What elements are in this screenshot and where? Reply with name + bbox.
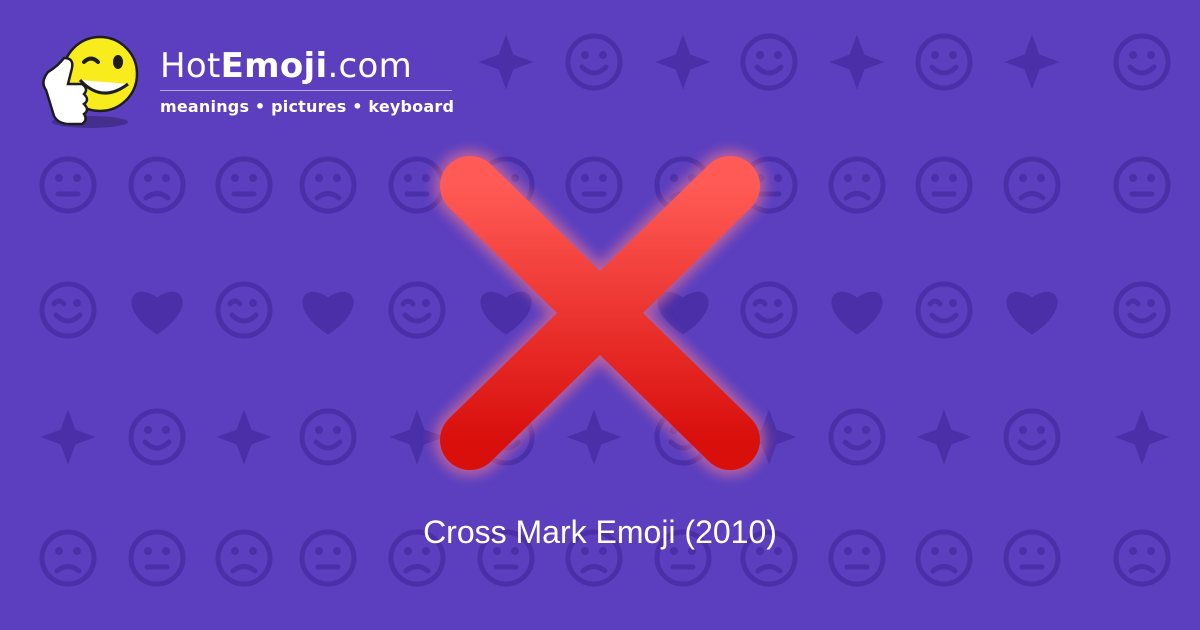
- brand-suffix: .com: [327, 46, 413, 86]
- pattern-wink-icon: [1113, 281, 1171, 339]
- pattern-flat-icon: [915, 156, 973, 214]
- pattern-star-icon: [655, 34, 711, 90]
- pattern-smile-icon: [828, 408, 886, 466]
- site-logo[interactable]: HotEmoji.com meanings • pictures • keybo…: [38, 34, 468, 134]
- brand-bold: Emoji: [220, 46, 328, 86]
- pattern-star-icon: [1114, 409, 1170, 465]
- wordmark-divider: [160, 90, 452, 91]
- pattern-star-icon: [1004, 34, 1060, 90]
- site-tagline: meanings • pictures • keyboard: [160, 97, 455, 116]
- pattern-flat-icon: [39, 156, 97, 214]
- pattern-smile-icon: [1113, 33, 1171, 91]
- pattern-star-icon: [216, 409, 272, 465]
- pattern-flat-icon: [1113, 156, 1171, 214]
- pattern-wink-icon: [915, 281, 973, 339]
- brand-prefix: Hot: [160, 46, 221, 86]
- pattern-smile-icon: [128, 408, 186, 466]
- pattern-heart-icon: [831, 291, 883, 335]
- pattern-heart-icon: [302, 291, 354, 335]
- pattern-smile-icon: [1003, 408, 1061, 466]
- pattern-sad-icon: [128, 156, 186, 214]
- pattern-wink-icon: [215, 281, 273, 339]
- pattern-smile-icon: [915, 33, 973, 91]
- pattern-star-icon: [40, 409, 96, 465]
- pattern-heart-icon: [1006, 291, 1058, 335]
- pattern-smile-icon: [565, 33, 623, 91]
- cross-mark-icon: [434, 150, 766, 476]
- pattern-flat-icon: [215, 156, 273, 214]
- pattern-heart-icon: [131, 291, 183, 335]
- pattern-wink-icon: [39, 281, 97, 339]
- site-wordmark: HotEmoji.com: [160, 46, 454, 86]
- pattern-sad-icon: [828, 156, 886, 214]
- pattern-star-icon: [478, 34, 534, 90]
- winking-thumbs-up-smiley-icon: [42, 35, 139, 128]
- pattern-star-icon: [829, 34, 885, 90]
- pattern-smile-icon: [299, 408, 357, 466]
- pattern-sad-icon: [1003, 156, 1061, 214]
- pattern-sad-icon: [299, 156, 357, 214]
- share-card: HotEmoji.com meanings • pictures • keybo…: [0, 0, 1200, 630]
- pattern-smile-icon: [740, 33, 798, 91]
- pattern-star-icon: [916, 409, 972, 465]
- emoji-caption: Cross Mark Emoji (2010): [423, 514, 777, 550]
